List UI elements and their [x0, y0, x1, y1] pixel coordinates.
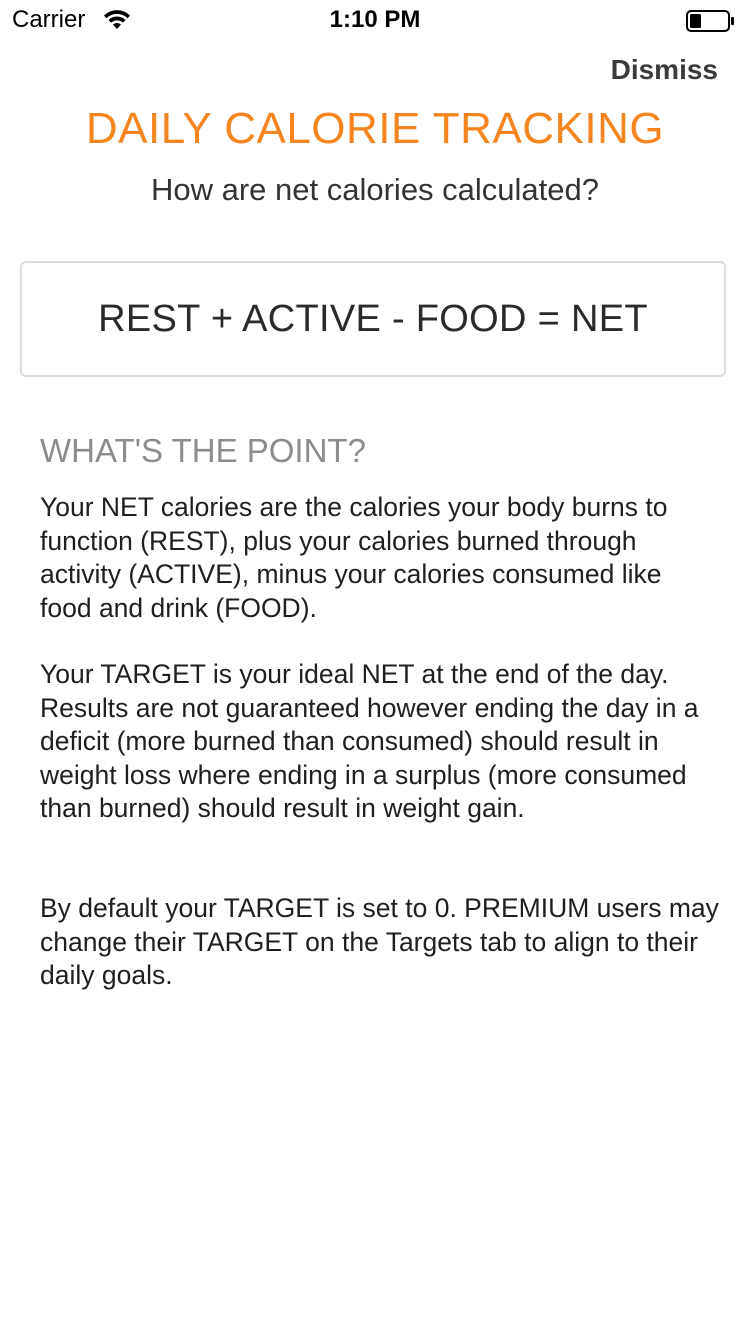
explanation-paragraph: Your NET calories are the calories your … [40, 492, 668, 623]
page-subtitle: How are net calories calculated? [150, 172, 600, 207]
premium-paragraph: By default your TARGET is set to 0. PREM… [40, 893, 719, 990]
battery-icon [686, 10, 734, 32]
formula-card: REST + ACTIVE - FOOD = NET [20, 261, 726, 377]
status-bar: Carrier 1:10 PM [0, 0, 750, 40]
target-paragraph: Your TARGET is your ideal NET at the end… [40, 659, 699, 823]
page-title: DAILY CALORIE TRACKING [85, 104, 665, 153]
formula-text: REST + ACTIVE - FOOD = NET [98, 297, 648, 340]
section-heading: WHAT'S THE POINT? [40, 432, 366, 469]
dismiss-button[interactable]: Dismiss [611, 54, 718, 86]
clock: 1:10 PM [329, 6, 421, 33]
